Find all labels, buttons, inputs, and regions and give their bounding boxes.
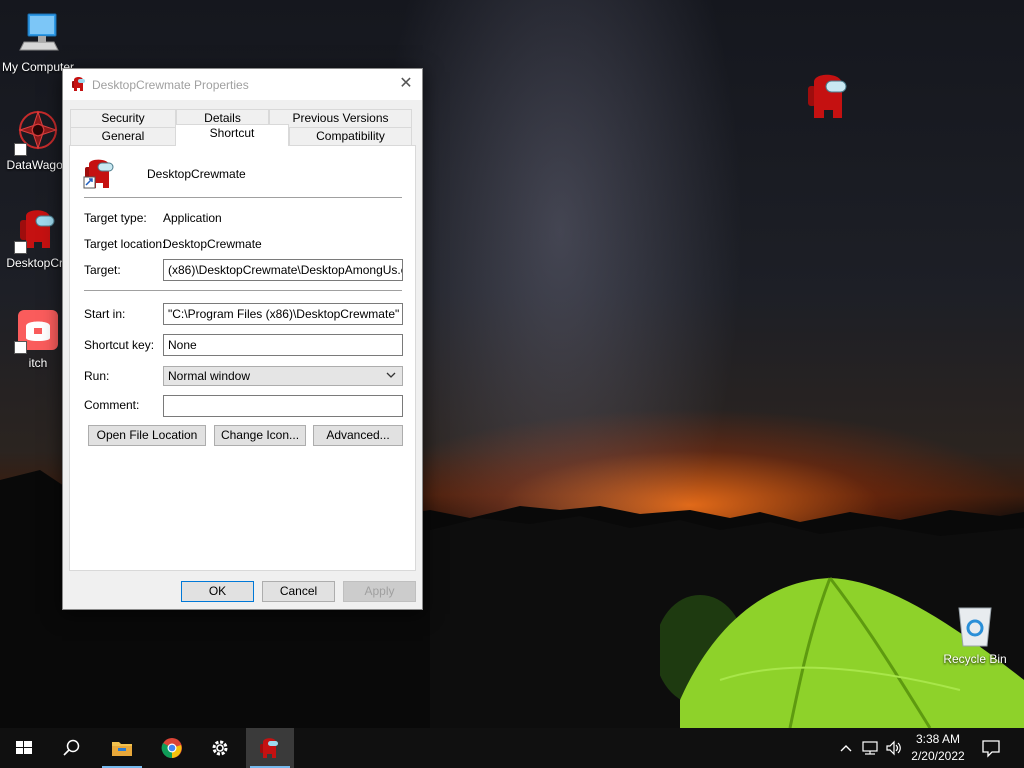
change-icon-button[interactable]: Change Icon... bbox=[214, 425, 306, 446]
cancel-button[interactable]: Cancel bbox=[262, 581, 335, 602]
chrome-icon bbox=[161, 738, 182, 759]
tab-shortcut[interactable]: Shortcut bbox=[175, 124, 289, 146]
show-hidden-icons-button[interactable] bbox=[838, 738, 854, 758]
shortcut-key-field[interactable]: None bbox=[163, 334, 403, 356]
file-explorer-icon bbox=[112, 742, 132, 756]
action-center-button[interactable] bbox=[980, 737, 1002, 759]
settings-icon bbox=[212, 740, 228, 756]
chevron-down-icon bbox=[386, 372, 396, 378]
properties-dialog: DesktopCrewmate Properties ✕ Security De… bbox=[62, 68, 423, 610]
search-button[interactable] bbox=[48, 728, 96, 768]
start-icon bbox=[16, 741, 32, 754]
run-select[interactable]: Normal window bbox=[163, 366, 403, 386]
taskbar-chrome[interactable] bbox=[148, 728, 196, 768]
floating-crewmate-icon[interactable] bbox=[806, 72, 848, 122]
recycle-bin-icon bbox=[951, 602, 999, 650]
shortcut-arrow-icon bbox=[14, 143, 27, 156]
tab-compatibility[interactable]: Compatibility bbox=[289, 127, 412, 145]
taskbar-desktopcrewmate[interactable] bbox=[246, 728, 294, 768]
taskbar-settings[interactable] bbox=[196, 728, 244, 768]
tab-previous-versions[interactable]: Previous Versions bbox=[269, 109, 412, 127]
start-in-field[interactable]: "C:\Program Files (x86)\DesktopCrewmate" bbox=[163, 303, 403, 325]
ok-button[interactable]: OK bbox=[181, 581, 254, 602]
notifications-icon bbox=[982, 740, 1000, 758]
target-label: Target: bbox=[84, 263, 121, 277]
dialog-title: DesktopCrewmate Properties bbox=[92, 78, 249, 92]
target-field[interactable]: (x86)\DesktopCrewmate\DesktopAmongUs.exe… bbox=[163, 259, 403, 281]
network-button[interactable] bbox=[860, 738, 880, 758]
network-icon bbox=[862, 741, 878, 755]
apply-button[interactable]: Apply bbox=[343, 581, 416, 602]
crewmate-icon bbox=[14, 206, 62, 254]
target-type-label: Target type: bbox=[84, 211, 147, 225]
clock-date: 2/20/2022 bbox=[911, 749, 965, 763]
close-icon: ✕ bbox=[399, 75, 413, 92]
start-button[interactable] bbox=[0, 728, 48, 768]
dialog-titlebar[interactable]: DesktopCrewmate Properties ✕ bbox=[63, 69, 422, 100]
run-label: Run: bbox=[84, 369, 110, 383]
shortcut-arrow-icon bbox=[14, 241, 27, 254]
tab-security[interactable]: Security bbox=[70, 109, 176, 127]
itch-icon bbox=[14, 306, 62, 354]
desktop-crewmate-icon bbox=[260, 738, 278, 758]
start-in-label: Start in: bbox=[84, 307, 126, 321]
divider bbox=[84, 290, 402, 291]
taskbar-file-explorer[interactable] bbox=[98, 728, 146, 768]
crewmate-icon bbox=[83, 157, 117, 191]
chevron-up-icon bbox=[840, 745, 852, 752]
advanced-button[interactable]: Advanced... bbox=[313, 425, 403, 446]
volume-button[interactable] bbox=[884, 738, 904, 758]
desktop-icon-label: Recycle Bin bbox=[943, 652, 1007, 666]
target-location-label: Target location: bbox=[84, 237, 166, 251]
target-location-value: DesktopCrewmate bbox=[163, 237, 262, 251]
clock[interactable]: 3:38 AM 2/20/2022 bbox=[906, 731, 970, 765]
desktop-icon-my-computer[interactable]: My Computer bbox=[0, 10, 76, 74]
tab-label: Previous Versions bbox=[292, 111, 389, 125]
tab-label: Security bbox=[101, 111, 145, 125]
app-name: DesktopCrewmate bbox=[147, 167, 246, 181]
comment-field[interactable] bbox=[163, 395, 403, 417]
open-file-location-button[interactable]: Open File Location bbox=[88, 425, 206, 446]
tab-label: Details bbox=[204, 111, 241, 125]
crewmate-icon bbox=[71, 76, 87, 92]
clock-time: 3:38 AM bbox=[915, 732, 961, 746]
search-icon bbox=[63, 739, 80, 756]
shortcut-tab-panel: DesktopCrewmate Target type: Application… bbox=[69, 145, 416, 571]
volume-icon bbox=[886, 740, 901, 756]
desktop-icon-recycle-bin[interactable]: Recycle Bin bbox=[937, 602, 1013, 666]
tab-label: General bbox=[101, 129, 145, 143]
tab-label: Shortcut bbox=[209, 126, 255, 140]
run-select-value: Normal window bbox=[168, 369, 251, 383]
taskbar: 3:38 AM 2/20/2022 bbox=[0, 728, 1024, 768]
comment-label: Comment: bbox=[84, 398, 140, 412]
tab-general[interactable]: General bbox=[70, 127, 176, 145]
computer-icon bbox=[14, 10, 62, 58]
datawagon-icon bbox=[14, 108, 62, 156]
tab-label: Compatibility bbox=[316, 129, 385, 143]
target-type-value: Application bbox=[163, 211, 222, 225]
shortcut-arrow-icon bbox=[14, 341, 27, 354]
divider bbox=[84, 197, 402, 198]
close-button[interactable]: ✕ bbox=[390, 69, 422, 100]
shortcut-key-label: Shortcut key: bbox=[84, 338, 155, 352]
